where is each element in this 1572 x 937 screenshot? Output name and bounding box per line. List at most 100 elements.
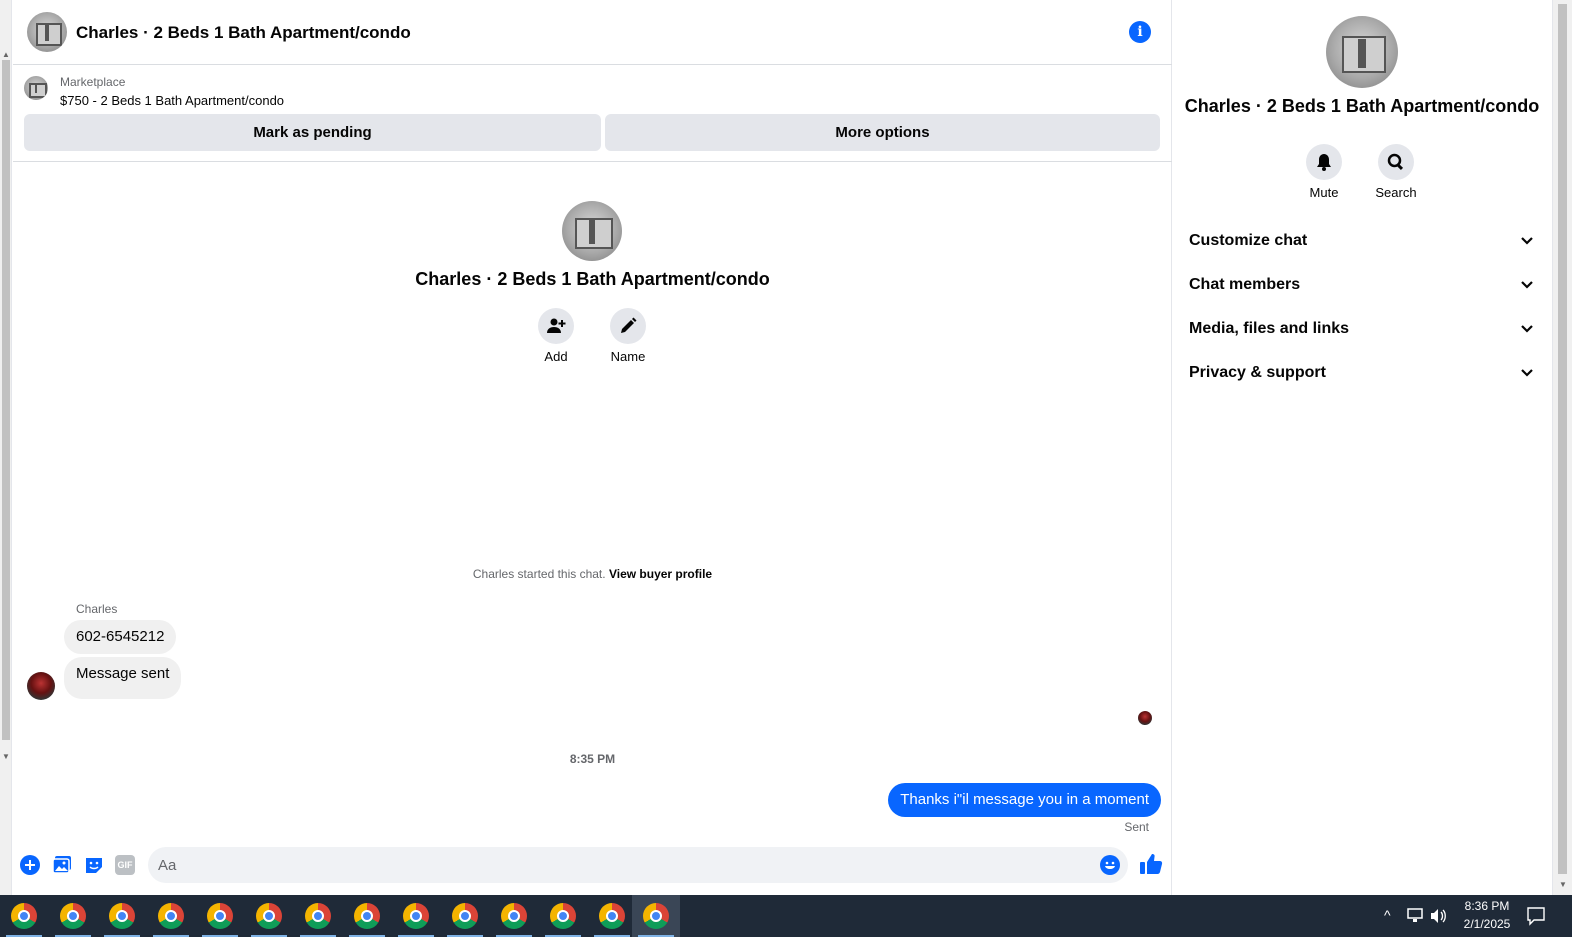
show-hidden-icons-icon[interactable]: ^ — [1384, 907, 1391, 923]
add-people-button[interactable] — [538, 308, 574, 344]
chat-started-notice: Charles started this chat. View buyer pr… — [13, 567, 1172, 581]
taskbar-chrome-window[interactable] — [98, 895, 146, 937]
taskbar-chrome-window[interactable] — [343, 895, 391, 937]
mark-as-pending-button[interactable]: Mark as pending — [24, 114, 601, 151]
taskbar-chrome-window[interactable] — [588, 895, 636, 937]
chrome-icon — [452, 903, 478, 929]
taskbar-clock[interactable]: 8:36 PM 2/1/2025 — [1452, 897, 1522, 933]
search-button[interactable] — [1378, 144, 1414, 180]
taskbar: ^ 8:36 PM 2/1/2025 — [0, 895, 1572, 937]
conversation-avatar — [562, 201, 622, 261]
chrome-icon — [158, 903, 184, 929]
started-text: Charles started this chat. — [472, 567, 606, 581]
taskbar-chrome-window[interactable] — [539, 895, 587, 937]
panel-title: Charles · 2 Beds 1 Bath Apartment/condo — [1184, 96, 1540, 116]
chevron-down-icon — [1521, 369, 1533, 377]
listing-thumbnail[interactable] — [24, 76, 48, 100]
message-composer: GIF — [13, 845, 1172, 885]
panel-avatar[interactable] — [1326, 16, 1398, 88]
chevron-down-icon — [1521, 237, 1533, 245]
network-icon[interactable] — [1406, 908, 1424, 924]
seen-indicator-avatar — [1138, 711, 1152, 725]
chat-members-section[interactable]: Chat members — [1189, 265, 1535, 305]
chat-header: Charles · 2 Beds 1 Bath Apartment/condo … — [13, 0, 1172, 65]
edit-name-button[interactable] — [610, 308, 646, 344]
app-window: ▲ ▼ Charles · 2 Beds 1 Bath Apartment/co… — [0, 0, 1572, 937]
taskbar-chrome-window[interactable] — [196, 895, 244, 937]
message-input[interactable] — [148, 847, 1128, 883]
chrome-icon — [354, 903, 380, 929]
info-icon[interactable]: i — [1129, 21, 1151, 43]
message-bubble-incoming[interactable]: 602-6545212 — [64, 620, 177, 654]
taskbar-chrome-window[interactable] — [294, 895, 342, 937]
conversation-title: Charles · 2 Beds 1 Bath Apartment/condo — [415, 269, 770, 289]
chrome-icon — [305, 903, 331, 929]
taskbar-chrome-window-active[interactable] — [632, 895, 680, 937]
taskbar-chrome-window[interactable] — [49, 895, 97, 937]
bell-icon — [1317, 154, 1331, 171]
chrome-icon — [643, 903, 669, 929]
clock-date: 2/1/2025 — [1463, 917, 1511, 931]
taskbar-chrome-window[interactable] — [0, 895, 48, 937]
search-label: Search — [1375, 185, 1417, 200]
scroll-down-arrow-icon[interactable]: ▼ — [1559, 880, 1567, 889]
media-files-links-section[interactable]: Media, files and links — [1189, 309, 1535, 349]
chat-info-panel: Charles · 2 Beds 1 Bath Apartment/condo … — [1173, 0, 1551, 895]
add-label: Add — [544, 349, 568, 364]
scrollbar-thumb[interactable] — [2, 60, 10, 740]
chrome-icon — [256, 903, 282, 929]
section-label: Customize chat — [1189, 232, 1308, 249]
chrome-icon — [207, 903, 233, 929]
emoji-icon[interactable] — [1100, 855, 1120, 875]
plus-icon[interactable] — [20, 855, 40, 875]
chevron-down-icon — [1521, 281, 1533, 289]
chat-title[interactable]: Charles · 2 Beds 1 Bath Apartment/condo — [76, 23, 411, 43]
clock-time: 8:36 PM — [1464, 899, 1510, 913]
view-buyer-profile-link[interactable]: View buyer profile — [609, 567, 712, 581]
chat-pane: Charles · 2 Beds 1 Bath Apartment/condo … — [13, 0, 1172, 895]
mute-label: Mute — [1309, 185, 1339, 200]
right-scrollbar[interactable]: ▼ — [1552, 0, 1572, 895]
add-person-icon — [547, 318, 566, 333]
chrome-icon — [109, 903, 135, 929]
message-bubble-outgoing[interactable]: Thanks i"il message you in a moment — [888, 783, 1161, 817]
sticker-icon[interactable] — [84, 855, 104, 875]
scrollbar-thumb[interactable] — [1558, 4, 1567, 874]
name-label: Name — [610, 349, 646, 364]
notifications-icon[interactable] — [1526, 906, 1546, 926]
message-timestamp: 8:35 PM — [569, 752, 616, 766]
marketplace-bar: Marketplace $750 - 2 Beds 1 Bath Apartme… — [13, 66, 1172, 162]
listing-avatar[interactable] — [27, 12, 67, 52]
customize-chat-section[interactable]: Customize chat — [1189, 221, 1535, 261]
taskbar-chrome-window[interactable] — [441, 895, 489, 937]
chrome-icon — [403, 903, 429, 929]
chrome-icon — [60, 903, 86, 929]
chrome-icon — [11, 903, 37, 929]
sender-name: Charles — [76, 602, 118, 616]
listing-title[interactable]: $750 - 2 Beds 1 Bath Apartment/condo — [60, 93, 284, 108]
more-options-button[interactable]: More options — [605, 114, 1160, 151]
privacy-support-section[interactable]: Privacy & support — [1189, 353, 1535, 393]
section-label: Chat members — [1189, 276, 1301, 293]
taskbar-chrome-window[interactable] — [245, 895, 293, 937]
volume-icon[interactable] — [1430, 908, 1448, 924]
thumbs-up-icon[interactable] — [1139, 853, 1163, 875]
search-icon — [1387, 153, 1404, 171]
section-label: Privacy & support — [1189, 364, 1326, 381]
chevron-down-icon — [1521, 325, 1533, 333]
chrome-icon — [550, 903, 576, 929]
scroll-down-arrow-icon[interactable]: ▼ — [2, 752, 10, 761]
gif-icon[interactable]: GIF — [115, 855, 135, 875]
mute-button[interactable] — [1306, 144, 1342, 180]
scroll-up-arrow-icon[interactable]: ▲ — [2, 50, 10, 59]
left-scrollbar[interactable]: ▲ ▼ — [0, 0, 12, 895]
taskbar-chrome-window[interactable] — [490, 895, 538, 937]
pencil-icon — [621, 317, 637, 333]
sender-avatar[interactable] — [27, 672, 55, 700]
chrome-icon — [501, 903, 527, 929]
taskbar-chrome-window[interactable] — [147, 895, 195, 937]
taskbar-chrome-window[interactable] — [392, 895, 440, 937]
message-bubble-incoming[interactable]: Message sent — [64, 657, 182, 699]
message-status: Sent — [1124, 820, 1149, 834]
photo-icon[interactable] — [52, 855, 72, 875]
